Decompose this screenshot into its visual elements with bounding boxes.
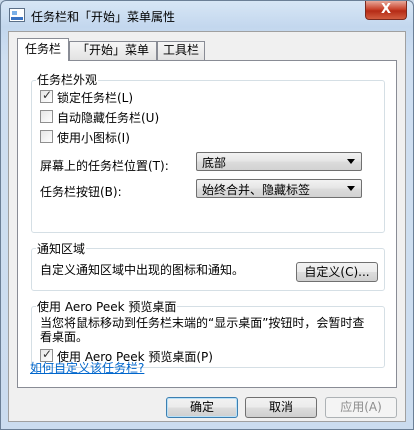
taskbar-tab-panel: 任务栏外观 ✓ 锁定任务栏(L) 自动隐藏任务栏(U) 使用小图标(I) 屏幕上… [17, 60, 397, 388]
apply-button[interactable]: 应用(A) [325, 397, 397, 418]
dialog-client-area: 任务栏 「开始」菜单 工具栏 任务栏外观 ✓ 锁定任务栏(L) 自动隐藏任务栏(… [8, 31, 406, 422]
small-icons-checkbox-box[interactable] [40, 130, 53, 143]
tab-toolbars[interactable]: 工具栏 [157, 41, 205, 60]
taskbar-buttons-value: 始终合并、隐藏标签 [202, 183, 311, 197]
check-icon: ✓ [42, 88, 53, 102]
aero-peek-group-title: 使用 Aero Peek 预览桌面 [36, 298, 178, 315]
taskbar-location-value: 底部 [202, 156, 227, 170]
ok-button[interactable]: 确定 [166, 397, 238, 418]
taskbar-location-label: 屏幕上的任务栏位置(T): [40, 159, 169, 173]
lock-taskbar-checkbox-box[interactable]: ✓ [40, 88, 53, 103]
taskbar-buttons-label: 任务栏按钮(B): [40, 185, 122, 199]
aero-peek-description: 当您将鼠标移动到任务栏末端的“显示桌面”按钮时，会暂时查看桌面。 [40, 316, 365, 344]
tab-taskbar[interactable]: 任务栏 [17, 38, 69, 61]
help-link[interactable]: 如何自定义该任务栏? [30, 359, 144, 376]
chevron-down-icon [347, 186, 355, 191]
notification-group-title: 通知区域 [36, 240, 87, 257]
appearance-group-title: 任务栏外观 [36, 71, 99, 88]
chevron-down-icon [347, 159, 355, 164]
window-title: 任务栏和「开始」菜单属性 [31, 10, 176, 24]
taskbar-app-icon [9, 8, 25, 22]
autohide-label: 自动隐藏任务栏(U) [57, 111, 160, 125]
tab-start-menu[interactable]: 「开始」菜单 [69, 41, 157, 60]
customize-notifications-button[interactable]: 自定义(C)... [296, 262, 378, 282]
cancel-button[interactable]: 取消 [245, 397, 317, 418]
autohide-checkbox-box[interactable] [40, 110, 53, 123]
taskbar-buttons-select[interactable]: 始终合并、隐藏标签 [196, 179, 362, 198]
title-bar[interactable]: 任务栏和「开始」菜单属性 X [1, 1, 413, 29]
taskbar-location-select[interactable]: 底部 [196, 152, 362, 171]
notification-description: 自定义通知区域中出现的图标和通知。 [40, 263, 245, 277]
small-icons-label: 使用小图标(I) [57, 131, 130, 145]
close-icon: X [380, 2, 392, 17]
lock-taskbar-label: 锁定任务栏(L) [57, 91, 134, 105]
properties-window: 任务栏和「开始」菜单属性 X 任务栏 「开始」菜单 工具栏 任务栏外观 ✓ 锁定… [0, 0, 414, 430]
close-button[interactable]: X [365, 1, 407, 20]
